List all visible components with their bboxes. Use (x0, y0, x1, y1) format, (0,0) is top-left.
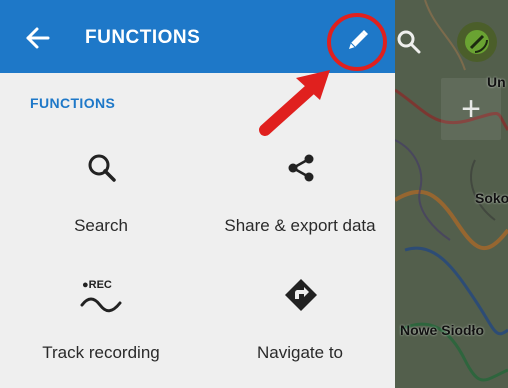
navigate-icon (285, 279, 317, 311)
function-label: Track recording (42, 343, 160, 362)
function-navigate-to[interactable]: Navigate to (205, 277, 395, 367)
edit-pencil-icon[interactable] (341, 25, 373, 57)
app-screen: + Un Soko Nowe Siodło FUNCTIONS FUNCTION… (0, 0, 508, 388)
map-label: Un (487, 74, 506, 90)
function-share-export[interactable]: Share & export data (205, 150, 395, 240)
functions-panel: FUNCTIONS FUNCTIONS Search Share & expor… (0, 0, 395, 388)
share-icon (288, 154, 314, 182)
function-label: Navigate to (257, 343, 343, 362)
map-view[interactable]: + Un Soko Nowe Siodło (395, 0, 508, 388)
track-wave-icon (80, 297, 122, 313)
back-arrow-icon[interactable] (22, 22, 54, 54)
map-label: Nowe Siodło (400, 322, 484, 338)
search-icon (88, 154, 116, 182)
function-label: Share & export data (224, 216, 376, 235)
function-label: Search (74, 216, 128, 235)
function-search[interactable]: Search (6, 150, 196, 240)
gps-button[interactable] (457, 22, 497, 62)
function-track-recording[interactable]: ●REC Track recording (6, 277, 196, 367)
gps-satellite-icon (465, 30, 489, 54)
map-label: Soko (475, 190, 508, 206)
section-title: FUNCTIONS (30, 95, 116, 111)
app-bar: FUNCTIONS (0, 0, 395, 73)
map-search-icon[interactable] (395, 28, 425, 58)
track-recording-icon: ●REC (72, 277, 132, 317)
page-title: FUNCTIONS (85, 27, 201, 48)
